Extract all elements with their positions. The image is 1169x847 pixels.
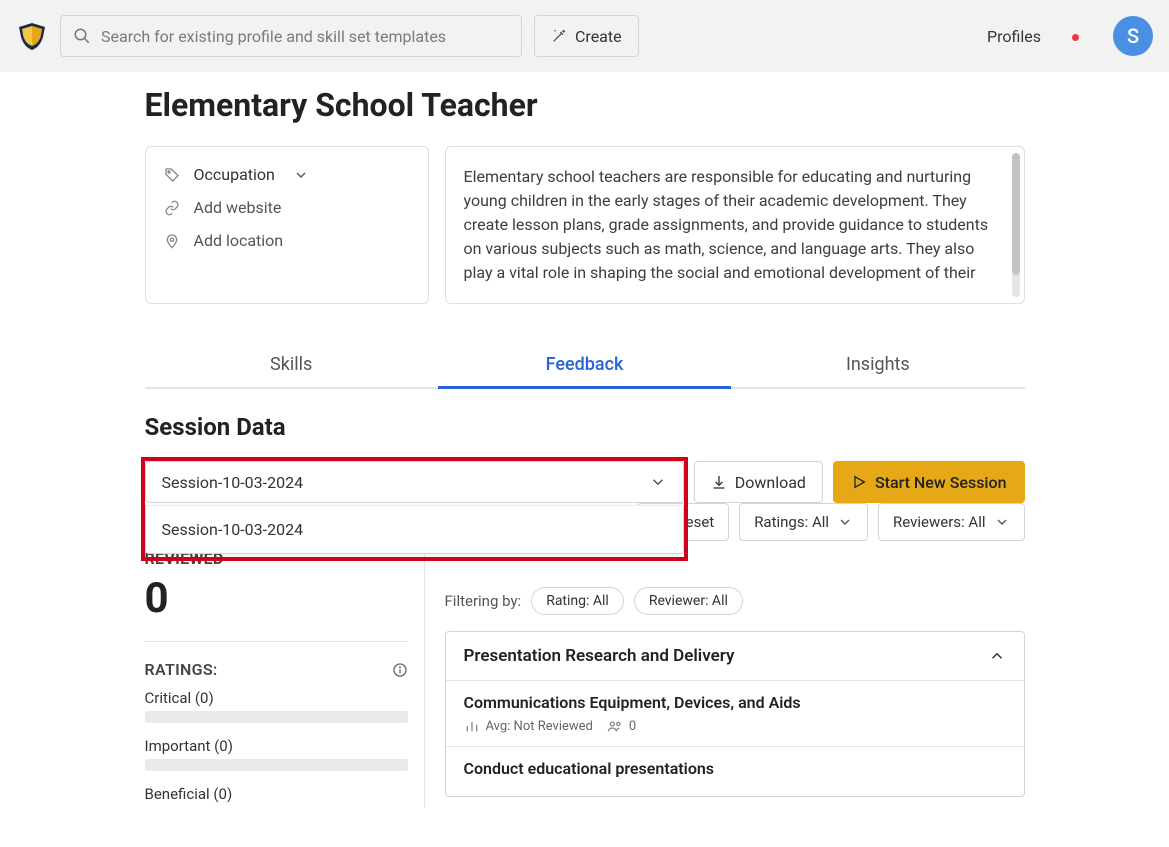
page-content: Elementary School Teacher Occupation <box>145 86 1025 847</box>
reviewed-count: 0 <box>145 574 408 623</box>
create-button[interactable]: Create <box>534 15 639 57</box>
search-input[interactable] <box>101 27 509 46</box>
feedback-body: REVIEWED 0 RATINGS: Critical (0) Importa… <box>145 549 1025 807</box>
main-tabs: Skills Feedback Insights <box>145 340 1025 389</box>
occupation-label: Occupation <box>194 165 275 184</box>
rating-row-important: Important (0) <box>145 737 408 771</box>
profile-description-card: Elementary school teachers are responsib… <box>445 146 1025 304</box>
accordion-item-title: Communications Equipment, Devices, and A… <box>464 693 1006 712</box>
add-location-label: Add location <box>194 231 284 250</box>
session-data-heading: Session Data <box>145 413 1025 441</box>
profiles-link[interactable]: Profiles <box>987 27 1041 46</box>
chevron-up-icon <box>988 647 1006 665</box>
filter-chip-rating[interactable]: Rating: All <box>531 587 624 615</box>
session-select-value: Session-10-03-2024 <box>162 473 304 492</box>
accordion-item-title: Conduct educational presentations <box>464 759 1006 778</box>
filtering-by-label: Filtering by: <box>445 592 522 610</box>
link-icon <box>164 200 180 216</box>
page-title: Elementary School Teacher <box>145 86 1025 124</box>
location-pin-icon <box>164 233 180 249</box>
ratings-label: RATINGS: <box>145 660 218 679</box>
rating-critical-bar <box>145 711 408 723</box>
rating-beneficial-label: Beneficial (0) <box>145 785 408 803</box>
topbar: Create Profiles S <box>0 0 1169 72</box>
session-option[interactable]: Session-10-03-2024 <box>146 505 683 553</box>
reviewers-filter-label: Reviewers: All <box>893 513 985 531</box>
profile-meta-card: Occupation Add website <box>145 146 429 304</box>
download-button[interactable]: Download <box>694 461 823 503</box>
feedback-main: Reset Ratings: All Reviewers: All Filter… <box>445 549 1025 807</box>
scrollbar-thumb[interactable] <box>1012 153 1020 275</box>
chevron-down-icon <box>649 473 667 491</box>
accordion-header[interactable]: Presentation Research and Delivery <box>446 632 1024 681</box>
avatar-initial: S <box>1127 24 1139 48</box>
rating-important-bar <box>145 759 408 771</box>
add-location-row[interactable]: Add location <box>164 231 410 250</box>
profile-info-row: Occupation Add website <box>145 146 1025 304</box>
notification-dot <box>1072 34 1079 41</box>
session-toolbar: Session-10-03-2024 Session-10-03-2024 Do… <box>145 461 1025 503</box>
accordion-item-meta: Avg: Not Reviewed 0 <box>464 718 1006 734</box>
active-filters-row: Filtering by: Rating: All Reviewer: All <box>445 587 1025 615</box>
rating-important-label: Important (0) <box>145 737 408 755</box>
start-new-session-button[interactable]: Start New Session <box>833 461 1025 503</box>
profile-description: Elementary school teachers are responsib… <box>464 165 1006 285</box>
rating-critical-label: Critical (0) <box>145 689 408 707</box>
chevron-down-icon <box>837 514 853 530</box>
people-icon <box>607 718 623 734</box>
feedback-accordion: Presentation Research and Delivery Commu… <box>445 631 1025 797</box>
download-label: Download <box>735 473 806 492</box>
add-website-row[interactable]: Add website <box>164 198 410 217</box>
accordion-item[interactable]: Communications Equipment, Devices, and A… <box>446 681 1024 747</box>
search-field-wrap[interactable] <box>60 15 522 57</box>
play-icon <box>851 474 867 490</box>
bar-chart-icon <box>464 718 480 734</box>
ratings-filter-label: Ratings: All <box>754 513 829 531</box>
user-avatar[interactable]: S <box>1113 16 1153 56</box>
tag-icon <box>164 167 180 183</box>
rating-row-beneficial: Beneficial (0) <box>145 785 408 803</box>
search-icon <box>73 27 91 45</box>
reviewers-filter-button[interactable]: Reviewers: All <box>878 503 1024 541</box>
tab-insights[interactable]: Insights <box>731 340 1024 387</box>
reviewer-count: 0 <box>629 719 636 734</box>
ratings-filter-button[interactable]: Ratings: All <box>739 503 868 541</box>
divider <box>145 641 408 642</box>
chevron-down-icon <box>293 167 309 183</box>
magic-wand-icon <box>551 28 567 44</box>
session-dropdown: Session-10-03-2024 <box>145 505 684 554</box>
avg-label: Avg: Not Reviewed <box>486 719 593 734</box>
ratings-sidebar: REVIEWED 0 RATINGS: Critical (0) Importa… <box>145 549 425 807</box>
add-website-label: Add website <box>194 198 282 217</box>
rating-row-critical: Critical (0) <box>145 689 408 723</box>
chevron-down-icon <box>994 514 1010 530</box>
filter-chip-reviewer[interactable]: Reviewer: All <box>634 587 743 615</box>
tab-skills[interactable]: Skills <box>145 340 438 387</box>
accordion-title: Presentation Research and Delivery <box>464 646 735 666</box>
tab-feedback[interactable]: Feedback <box>438 340 731 387</box>
download-icon <box>711 474 727 490</box>
session-select-region: Session-10-03-2024 Session-10-03-2024 <box>145 461 684 503</box>
create-button-label: Create <box>575 27 622 46</box>
description-scrollbar[interactable] <box>1012 153 1020 297</box>
occupation-row[interactable]: Occupation <box>164 165 410 184</box>
app-logo <box>16 20 48 52</box>
start-new-session-label: Start New Session <box>875 473 1007 492</box>
info-icon[interactable] <box>392 662 408 678</box>
accordion-item[interactable]: Conduct educational presentations <box>446 747 1024 796</box>
session-select[interactable]: Session-10-03-2024 <box>145 461 684 503</box>
